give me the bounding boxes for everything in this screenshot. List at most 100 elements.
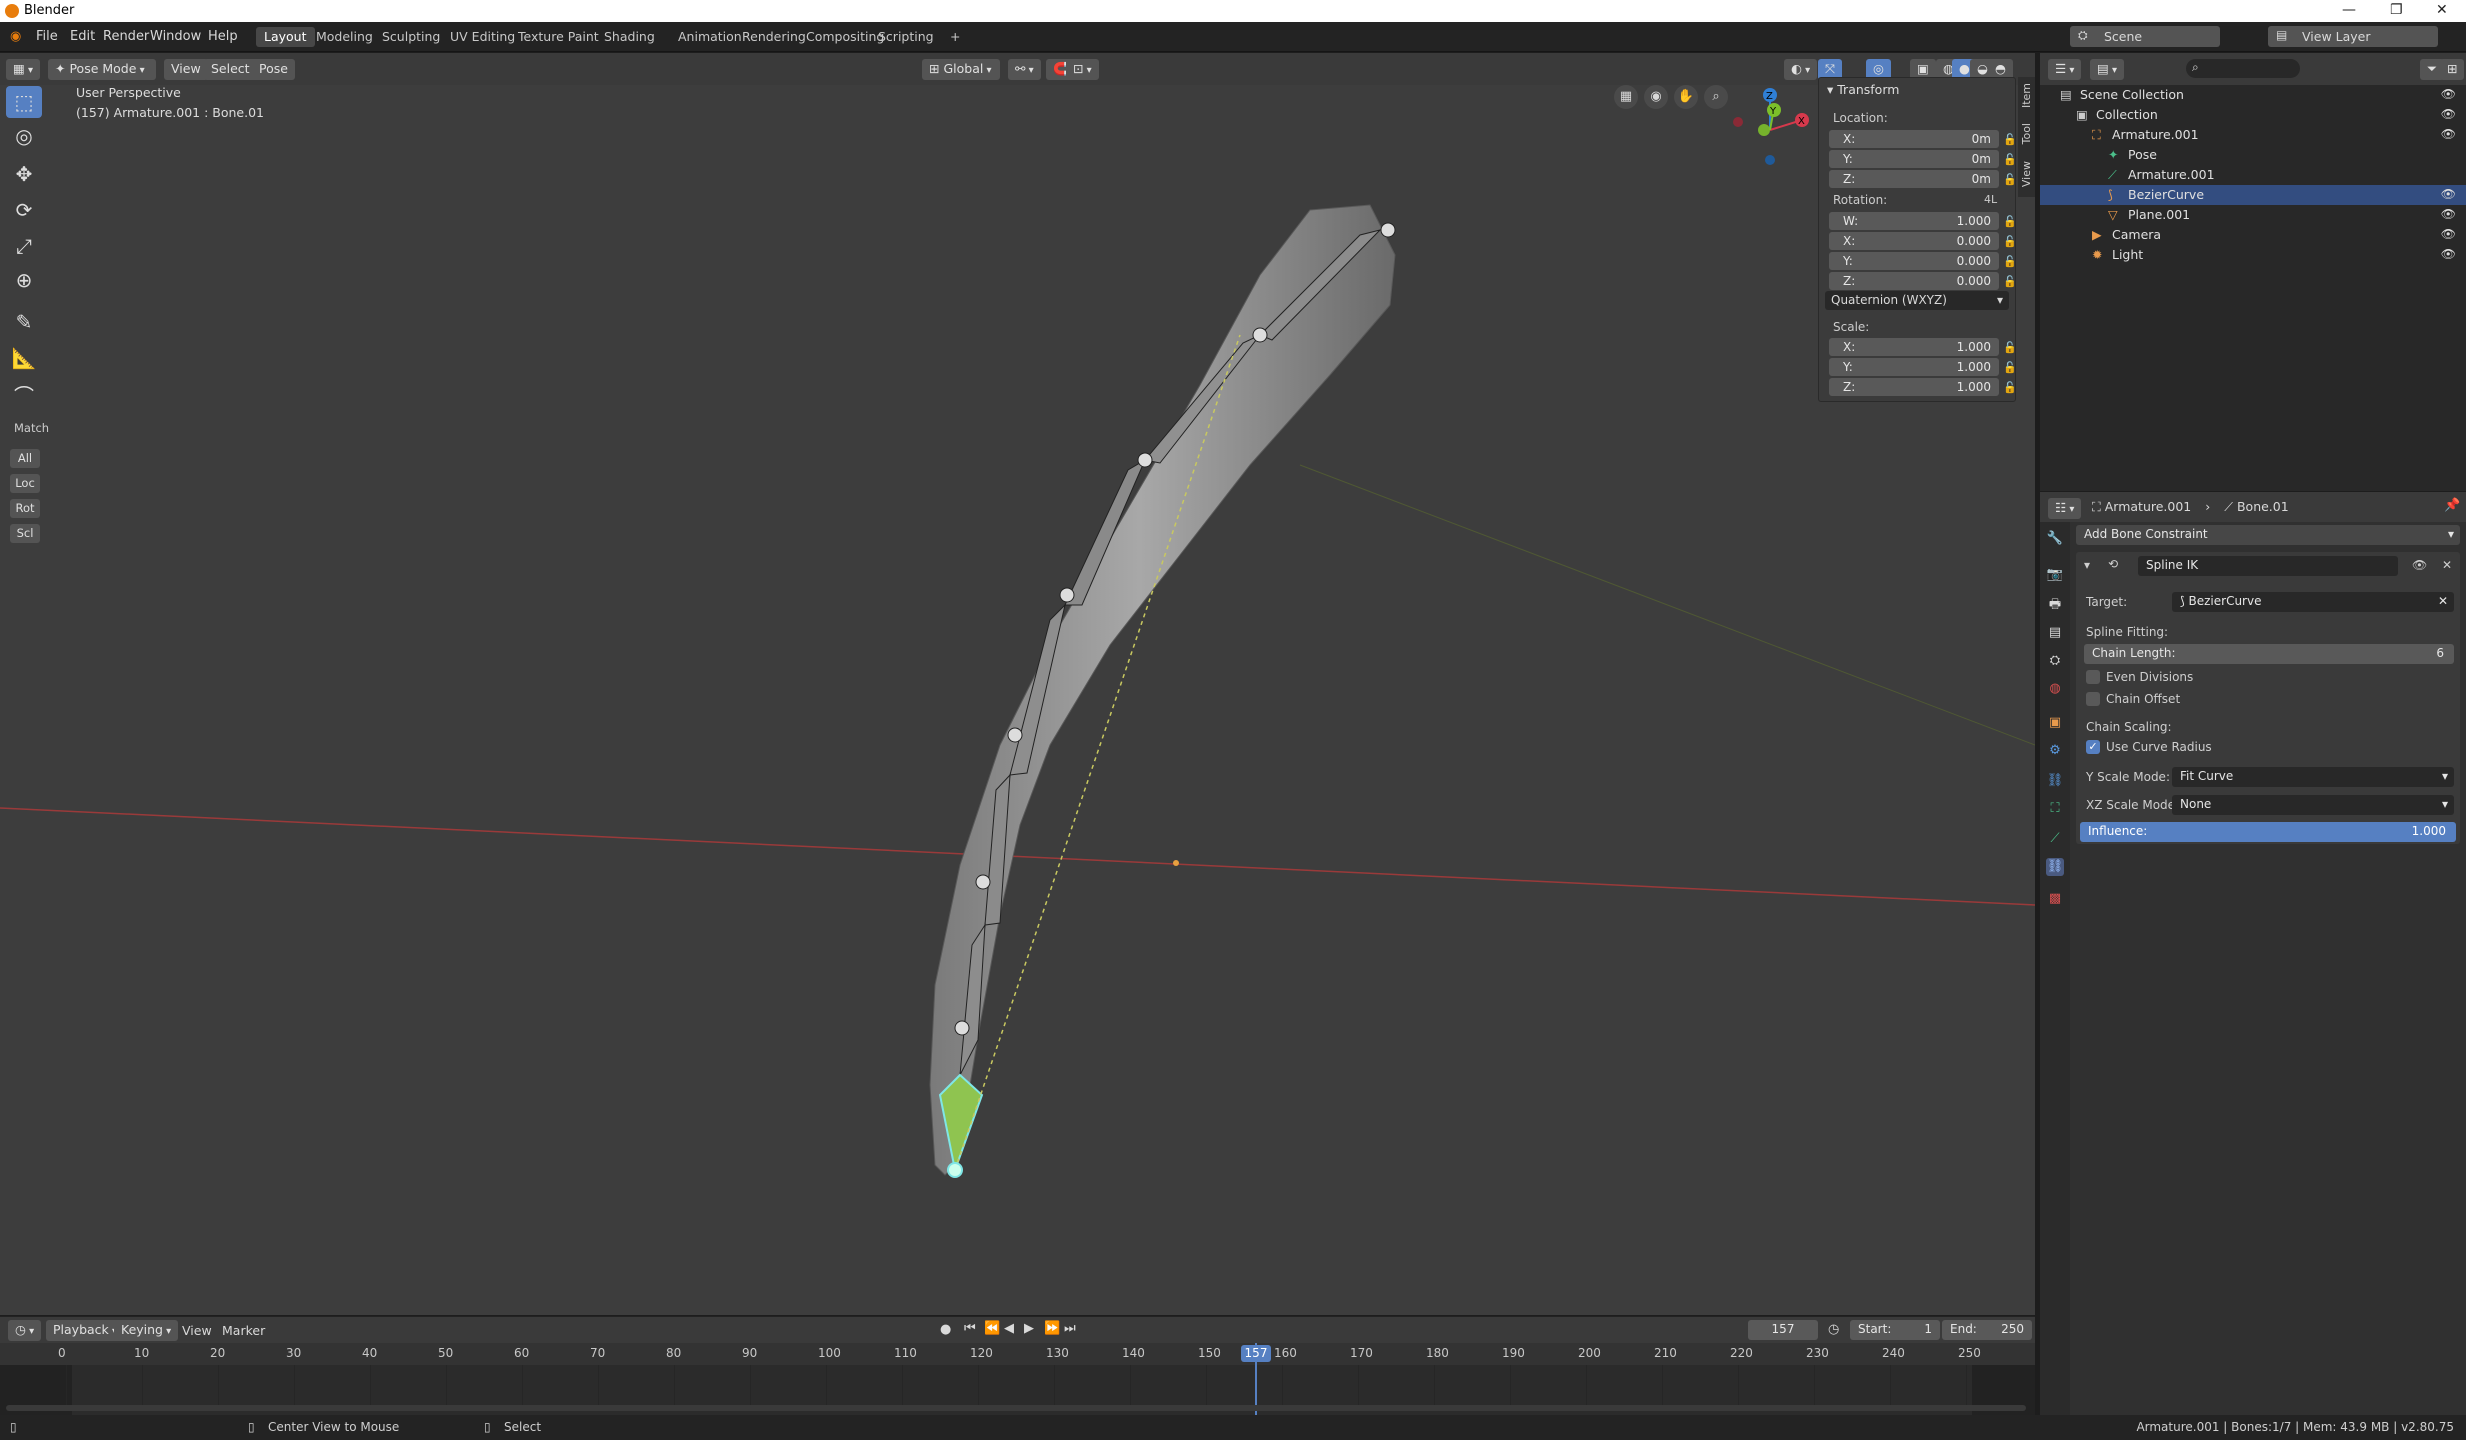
visibility-eye-icon[interactable]: 👁: [2441, 87, 2456, 101]
scene-tab-icon[interactable]: ⛭: [2046, 652, 2064, 670]
lock-icon[interactable]: 🔓: [2003, 341, 2017, 354]
snap-target-selector[interactable]: ⊡: [1066, 59, 1099, 80]
transform-tool[interactable]: ⊕: [6, 264, 42, 296]
play-reverse-icon[interactable]: ◀: [1004, 1321, 1014, 1336]
jump-start-icon[interactable]: ⏮: [964, 1321, 976, 1336]
outliner-row[interactable]: ⟋ Armature.001: [2040, 165, 2466, 185]
pose-menu[interactable]: Pose: [252, 59, 295, 80]
menu-edit[interactable]: Edit: [70, 29, 95, 44]
visibility-eye-icon[interactable]: 👁: [2441, 127, 2456, 141]
clear-target-icon[interactable]: ✕: [2438, 594, 2448, 608]
playback-menu[interactable]: Playback: [46, 1320, 124, 1341]
navigation-gizmo[interactable]: Z X Y: [1720, 85, 1820, 180]
bone-constraint-tab-icon[interactable]: ⛓: [2046, 858, 2064, 876]
camera-view-icon[interactable]: ◉: [1644, 85, 1668, 109]
cursor-tool[interactable]: ◎: [6, 120, 42, 152]
lock-icon[interactable]: 🔓: [2003, 215, 2017, 228]
transform-panel-header[interactable]: ▾ Transform: [1827, 82, 1899, 97]
display-mode-selector[interactable]: ▤: [2090, 59, 2125, 80]
use-curve-radius-checkbox[interactable]: ✓: [2086, 740, 2100, 754]
play-icon[interactable]: ▶: [1024, 1321, 1034, 1336]
workspace-tab-sculpting[interactable]: Sculpting: [374, 27, 448, 47]
scale-y-field[interactable]: Y: 1.000: [1829, 358, 1999, 376]
editor-type-button[interactable]: ▦: [6, 59, 41, 80]
grid-view-icon[interactable]: ▦: [1614, 85, 1638, 109]
timeline-view-menu[interactable]: View: [182, 1323, 212, 1338]
menu-render[interactable]: Render: [103, 29, 149, 44]
output-tab-icon[interactable]: 🖶: [2046, 596, 2064, 614]
location-y-field[interactable]: Y: 0m: [1829, 150, 1999, 168]
lock-icon[interactable]: 🔓: [2003, 173, 2017, 186]
view-layer-selector[interactable]: ▤ View Layer: [2268, 26, 2438, 47]
match-loc-button[interactable]: Loc: [10, 474, 40, 493]
lock-icon[interactable]: 🔓: [2003, 133, 2017, 146]
constraint-collapse-icon[interactable]: ▾: [2084, 558, 2090, 572]
current-frame-field[interactable]: 157: [1748, 1320, 1818, 1340]
scene-selector[interactable]: ⛭ Scene: [2070, 26, 2220, 47]
menu-help[interactable]: Help: [208, 29, 238, 44]
outliner-row[interactable]: ✹ Light 👁: [2040, 245, 2466, 265]
rotation-x-field[interactable]: X: 0.000: [1829, 232, 1999, 250]
y-scale-mode-dropdown[interactable]: Fit Curve ▾: [2172, 767, 2454, 787]
match-rot-button[interactable]: Rot: [10, 499, 40, 518]
object-tab-icon[interactable]: ▣: [2046, 714, 2064, 732]
workspace-tab-modeling[interactable]: Modeling: [308, 27, 381, 47]
select-box-tool[interactable]: ⬚: [6, 86, 42, 118]
match-all-button[interactable]: All: [10, 449, 40, 468]
scale-x-field[interactable]: X: 1.000: [1829, 338, 1999, 356]
prev-keyframe-icon[interactable]: ⏪: [984, 1321, 1000, 1336]
visibility-eye-icon[interactable]: 👁: [2441, 227, 2456, 241]
visibility-icon[interactable]: ◐: [1784, 59, 1818, 80]
rotation-y-field[interactable]: Y: 0.000: [1829, 252, 1999, 270]
lock-icon[interactable]: 🔓: [2003, 235, 2017, 248]
outliner-row[interactable]: ▣ Collection 👁: [2040, 105, 2466, 125]
bone-tab-icon[interactable]: ⟋: [2046, 830, 2064, 848]
match-scl-button[interactable]: Scl: [10, 524, 40, 543]
menu-file[interactable]: File: [36, 29, 58, 44]
new-collection-icon[interactable]: ⊞: [2440, 59, 2465, 80]
outliner-editor-type[interactable]: ☰: [2048, 59, 2082, 80]
xz-scale-mode-dropdown[interactable]: None ▾: [2172, 795, 2454, 815]
location-z-field[interactable]: Z: 0m: [1829, 170, 1999, 188]
location-x-field[interactable]: X: 0m: [1829, 130, 1999, 148]
visibility-eye-icon[interactable]: 👁: [2441, 187, 2456, 201]
timeline-editor-type[interactable]: ◷: [8, 1320, 42, 1341]
scale-z-field[interactable]: Z: 1.000: [1829, 378, 1999, 396]
constraint-tab-icon[interactable]: ⛓: [2046, 772, 2064, 790]
record-icon[interactable]: ●: [940, 1322, 951, 1337]
blender-menu-icon[interactable]: ◉: [10, 29, 21, 44]
annotate-tool[interactable]: ✎: [6, 306, 42, 338]
outliner-row[interactable]: ▶ Camera 👁: [2040, 225, 2466, 245]
constraint-name-input[interactable]: Spline IK: [2138, 556, 2398, 576]
scale-tool[interactable]: ⤢: [6, 230, 42, 262]
measure-tool[interactable]: 📐: [6, 342, 42, 374]
3d-viewport[interactable]: User Perspective (157) Armature.001 : Bo…: [0, 85, 2035, 1315]
visibility-eye-icon[interactable]: 👁: [2441, 107, 2456, 121]
maximize-icon[interactable]: ❐: [2390, 2, 2403, 18]
constraint-visibility-icon[interactable]: 👁: [2412, 558, 2427, 572]
tool-tab-icon[interactable]: 🔧: [2046, 530, 2064, 548]
jump-end-icon[interactable]: ⏭: [1064, 1321, 1076, 1336]
world-tab-icon[interactable]: ◍: [2046, 680, 2064, 698]
pan-hand-icon[interactable]: ✋: [1674, 85, 1698, 109]
close-icon[interactable]: ✕: [2436, 2, 2448, 18]
start-frame-field[interactable]: Start: 1: [1850, 1320, 1940, 1340]
render-tab-icon[interactable]: 📷: [2046, 566, 2064, 584]
keying-menu[interactable]: Keying: [114, 1320, 179, 1341]
lock-icon[interactable]: 🔓: [2003, 275, 2017, 288]
lock-icon[interactable]: 🔓: [2003, 255, 2017, 268]
even-divisions-checkbox[interactable]: [2086, 670, 2100, 684]
outliner-row[interactable]: ⟆ BezierCurve 👁: [2040, 185, 2466, 205]
rotation-mode-tag[interactable]: 4L: [1984, 193, 1997, 206]
pivot-selector[interactable]: ⚯: [1008, 59, 1041, 80]
armature-data-tab-icon[interactable]: ⛶: [2046, 800, 2064, 818]
outliner-row[interactable]: ▽ Plane.001 👁: [2040, 205, 2466, 225]
end-frame-field[interactable]: End: 250: [1942, 1320, 2032, 1340]
tab-item[interactable]: Item: [2020, 83, 2033, 108]
select-menu[interactable]: Select: [204, 59, 257, 80]
rotate-tool[interactable]: ⟳: [6, 194, 42, 226]
visibility-eye-icon[interactable]: 👁: [2441, 247, 2456, 261]
outliner-search-input[interactable]: ⌕: [2186, 59, 2300, 78]
tab-view[interactable]: View: [2020, 161, 2033, 187]
menu-window[interactable]: Window: [150, 29, 201, 44]
